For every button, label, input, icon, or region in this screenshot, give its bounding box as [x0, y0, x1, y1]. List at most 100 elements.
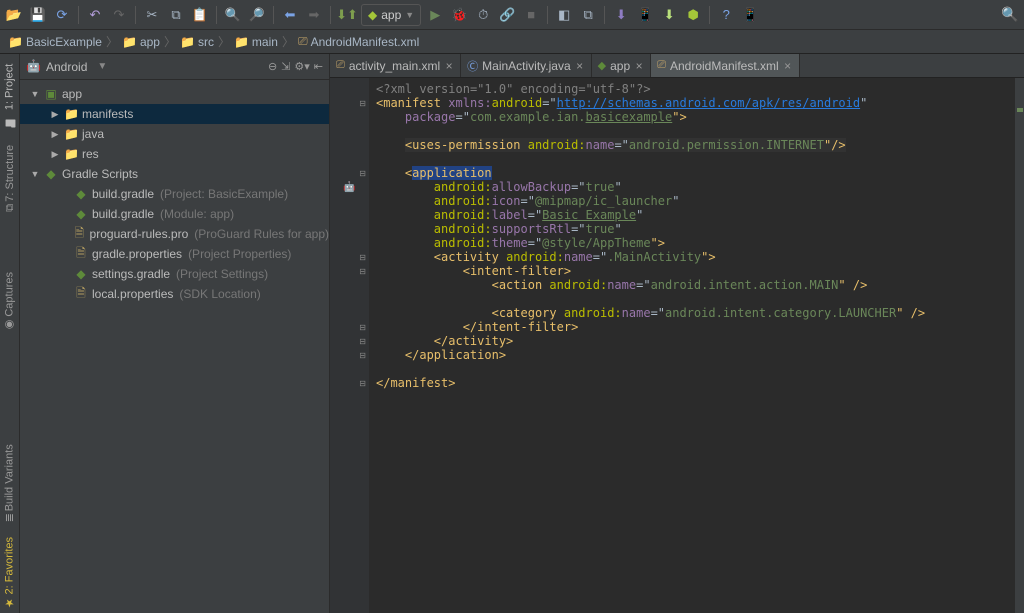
copy-icon[interactable]: ⧉: [166, 5, 186, 25]
expand-icon[interactable]: ⇲: [281, 60, 290, 73]
screenshot-icon[interactable]: ⧉: [578, 5, 598, 25]
device-icon[interactable]: 📱: [740, 5, 760, 25]
layout-icon[interactable]: ◧: [554, 5, 574, 25]
attach-icon[interactable]: 🔗: [497, 5, 517, 25]
close-icon[interactable]: ×: [444, 59, 454, 73]
tab-label: app: [610, 59, 630, 73]
rail-tab-structure[interactable]: ⧉ 7: Structure: [4, 141, 16, 216]
project-view-name[interactable]: Android: [46, 60, 87, 74]
make-icon[interactable]: ⬇⬆: [337, 5, 357, 25]
editor-tab-mainactivity[interactable]: ⒸMainActivity.java×: [461, 54, 591, 77]
debug-icon[interactable]: 🐞: [449, 5, 469, 25]
expand-caret-icon[interactable]: ▼: [30, 89, 40, 99]
crumb-sep: 〉: [218, 33, 230, 50]
editor-body: ⊟ ⊟ 🤖 ⊟ ⊟ ⊟ ⊟ ⊟ ⊟: [330, 78, 1024, 613]
refresh-icon[interactable]: ⟳: [52, 5, 72, 25]
replace-icon[interactable]: 🔎: [247, 5, 267, 25]
folder-icon: 📁: [64, 147, 78, 161]
search-icon[interactable]: 🔍: [1000, 5, 1020, 25]
code-editor[interactable]: <?xml version="1.0" encoding="utf-8"?> <…: [370, 78, 1014, 613]
paste-icon[interactable]: 📋: [190, 5, 210, 25]
save-icon[interactable]: 💾: [28, 5, 48, 25]
rail-tab-favorites[interactable]: ★ 2: Favorites: [3, 533, 16, 613]
folder-icon: 📁: [8, 35, 23, 49]
sdk-icon[interactable]: ⬇: [659, 5, 679, 25]
rail-tab-project[interactable]: 🖿 1: Project: [0, 60, 19, 135]
crumb-project[interactable]: 📁BasicExample: [8, 35, 102, 49]
expand-caret-icon[interactable]: ▶: [50, 109, 60, 120]
file-icon: 🗎: [74, 284, 88, 305]
editor-gutter[interactable]: ⊟ ⊟ 🤖 ⊟ ⊟ ⊟ ⊟ ⊟ ⊟: [330, 78, 370, 613]
tree-node-settingsgradle[interactable]: ◆ settings.gradle (Project Settings): [20, 264, 329, 284]
file-icon: 🗎: [73, 224, 86, 245]
help-icon[interactable]: ?: [716, 5, 736, 25]
chevron-down-icon[interactable]: ▼: [97, 61, 107, 72]
run-icon[interactable]: ▶: [425, 5, 445, 25]
crumb-file[interactable]: ⎚AndroidManifest.xml: [298, 34, 419, 49]
tree-hint: (Project: BasicExample): [160, 187, 288, 201]
tree-node-buildgradle-module[interactable]: ◆ build.gradle (Module: app): [20, 204, 329, 224]
forward-icon[interactable]: ➡: [304, 5, 324, 25]
module-icon: ▣: [44, 87, 58, 101]
crumb-main[interactable]: 📁main: [234, 35, 278, 49]
main-toolbar: 📂 💾 ⟳ ↶ ↷ ✂ ⧉ 📋 🔍 🔎 ⬅ ➡ ⬇⬆ ◆ app ▼ ▶ 🐞 ⏱…: [0, 0, 1024, 30]
tree-label: java: [82, 127, 104, 141]
tree-node-buildgradle-project[interactable]: ◆ build.gradle (Project: BasicExample): [20, 184, 329, 204]
close-icon[interactable]: ×: [783, 59, 793, 73]
editor-marker-bar[interactable]: [1014, 78, 1024, 613]
tree-node-gradlescripts[interactable]: ▼ ◆ Gradle Scripts: [20, 164, 329, 184]
sync-icon[interactable]: ⬇: [611, 5, 631, 25]
redo-icon[interactable]: ↷: [109, 5, 129, 25]
android-icon: ◆: [368, 8, 377, 22]
find-icon[interactable]: 🔍: [223, 5, 243, 25]
class-icon: Ⓒ: [467, 58, 478, 74]
close-icon[interactable]: ×: [634, 59, 644, 73]
tree-node-localprops[interactable]: 🗎 local.properties (SDK Location): [20, 284, 329, 304]
rail-tab-captures[interactable]: ◉ Captures: [3, 268, 16, 336]
expand-caret-icon[interactable]: ▼: [30, 169, 40, 179]
tree-label: proguard-rules.pro: [90, 227, 189, 241]
open-icon[interactable]: 📂: [4, 5, 24, 25]
tree-label: res: [82, 147, 99, 161]
crumb-label: BasicExample: [26, 35, 102, 49]
settings-gear-icon[interactable]: ⚙︎▾: [294, 60, 309, 73]
collapse-icon[interactable]: ⊖: [268, 60, 277, 73]
xml-icon: ⎚: [657, 59, 666, 72]
back-icon[interactable]: ⬅: [280, 5, 300, 25]
gradle-icon: ◆: [44, 167, 58, 181]
crumb-app[interactable]: 📁app: [122, 35, 160, 49]
crumb-label: src: [198, 35, 214, 49]
run-config-combo[interactable]: ◆ app ▼: [361, 4, 421, 26]
editor-tab-manifest[interactable]: ⎚AndroidManifest.xml×: [651, 54, 800, 77]
expand-caret-icon[interactable]: ▶: [50, 149, 60, 160]
tree-node-gradleprops[interactable]: 🗎 gradle.properties (Project Properties): [20, 244, 329, 264]
editor-tab-appgradle[interactable]: ◆ app ×: [592, 54, 652, 77]
editor-area: ⎚activity_main.xml× ⒸMainActivity.java× …: [330, 54, 1024, 613]
tree-label: build.gradle: [92, 187, 154, 201]
tree-node-manifests[interactable]: ▶ 📁 manifests: [20, 104, 329, 124]
hide-icon[interactable]: ⇤: [314, 60, 323, 73]
rail-tab-variants[interactable]: ≣ Build Variants: [3, 440, 16, 526]
expand-caret-icon[interactable]: ▶: [50, 129, 60, 140]
tree-node-java[interactable]: ▶ 📁 java: [20, 124, 329, 144]
close-icon[interactable]: ×: [575, 59, 585, 73]
tree-node-app[interactable]: ▼ ▣ app: [20, 84, 329, 104]
avd-icon[interactable]: 📱: [635, 5, 655, 25]
undo-icon[interactable]: ↶: [85, 5, 105, 25]
file-icon: 🗎: [74, 244, 88, 265]
crumb-src[interactable]: 📁src: [180, 35, 214, 49]
stop-icon[interactable]: ■: [521, 5, 541, 25]
editor-tab-activitymain[interactable]: ⎚activity_main.xml×: [330, 54, 461, 77]
tree-node-res[interactable]: ▶ 📁 res: [20, 144, 329, 164]
profile-icon[interactable]: ⏱: [473, 5, 493, 25]
gradle-icon: ◆: [598, 59, 606, 72]
tree-hint: (ProGuard Rules for app): [194, 227, 329, 241]
folder-icon: 📁: [234, 35, 249, 49]
monitor-icon[interactable]: ⬢: [683, 5, 703, 25]
cut-icon[interactable]: ✂: [142, 5, 162, 25]
marker-icon[interactable]: [1017, 108, 1023, 112]
tree-node-proguard[interactable]: 🗎 proguard-rules.pro (ProGuard Rules for…: [20, 224, 329, 244]
project-header: 🤖 Android ▼ ⊖ ⇲ ⚙︎▾ ⇤: [20, 54, 329, 80]
android-icon: 🤖: [26, 59, 42, 75]
gradle-file-icon: ◆: [74, 207, 88, 221]
